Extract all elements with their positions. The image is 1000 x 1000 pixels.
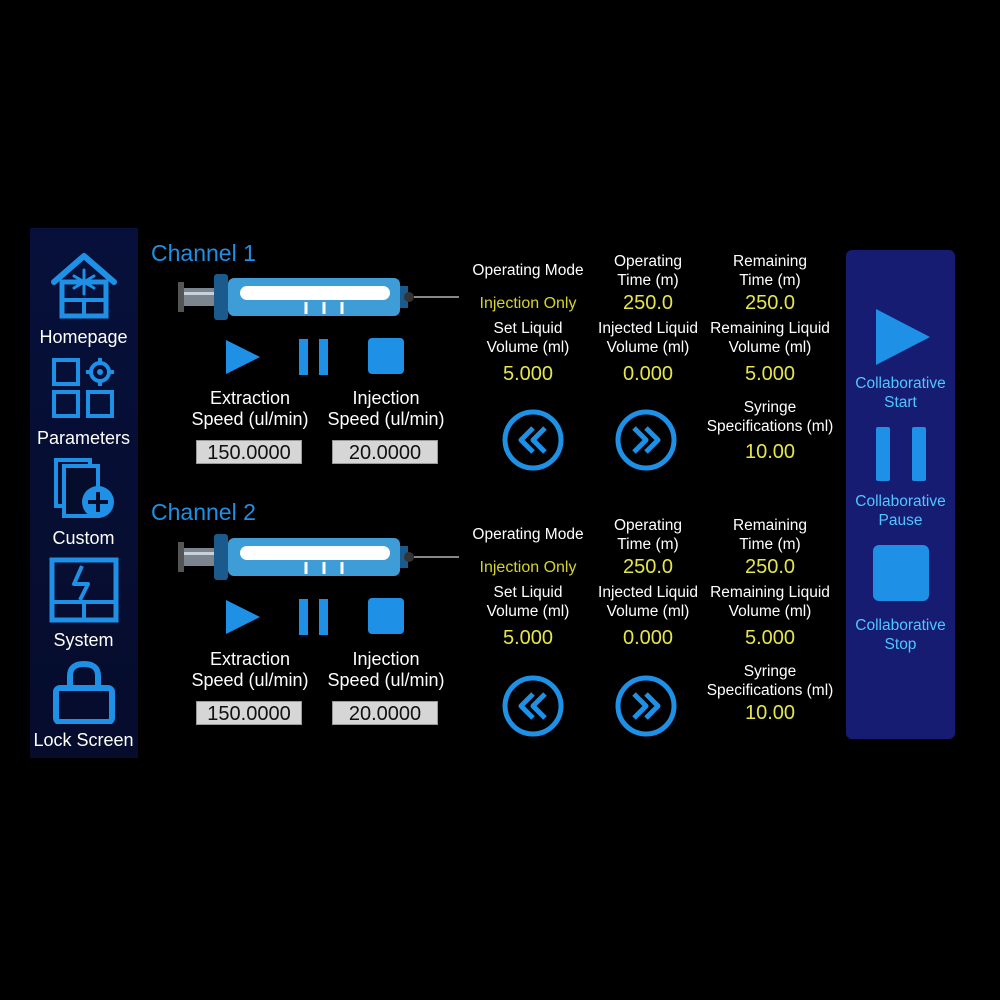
custom-add-document-icon bbox=[53, 458, 114, 518]
sidebar-item-system[interactable] bbox=[16, 556, 151, 624]
collaborative-pause-label: Collaborative Pause bbox=[855, 493, 946, 529]
channel-1-pause-button[interactable] bbox=[297, 337, 333, 377]
channel-1-title: Channel 1 bbox=[151, 240, 256, 266]
channel-2-remaining-volume-label: Remaining Liquid Volume (ml) bbox=[710, 584, 830, 620]
channel-1-stop-button[interactable] bbox=[367, 337, 405, 375]
system-panel-icon bbox=[49, 557, 118, 623]
channel-1-injection-speed-field[interactable]: 20.0000 bbox=[332, 440, 438, 464]
collaborative-start-button[interactable] bbox=[872, 307, 932, 367]
sidebar-item-homepage[interactable] bbox=[16, 252, 151, 320]
channel-2-syringe-spec-value: 10.00 bbox=[744, 702, 796, 724]
channel-1-operating-mode-value: Injection Only bbox=[479, 295, 577, 312]
channel-1-operating-time-label: Operating Time (m) bbox=[613, 253, 683, 289]
channel-1-extraction-speed-field[interactable]: 150.0000 bbox=[196, 440, 302, 464]
collaborative-pause-button[interactable] bbox=[872, 425, 932, 483]
pause-icon bbox=[876, 427, 926, 481]
channel-1-remaining-volume-label: Remaining Liquid Volume (ml) bbox=[710, 320, 830, 356]
sidebar: Homepage Parameters Custom System Lock S… bbox=[30, 228, 138, 758]
sidebar-item-label: System bbox=[53, 630, 114, 650]
channel-1-set-volume-label: Set Liquid Volume (ml) bbox=[486, 320, 570, 356]
syringe-icon bbox=[178, 274, 459, 320]
channel-2-title: Channel 2 bbox=[151, 499, 256, 525]
channel-1-play-button[interactable] bbox=[224, 338, 262, 376]
channel-1-operating-mode-label: Operating Mode bbox=[472, 262, 584, 279]
sidebar-item-label: Homepage bbox=[39, 327, 128, 347]
channel-1-inject-button[interactable] bbox=[614, 408, 678, 472]
home-snowflake-icon bbox=[50, 253, 117, 319]
channel-2-set-volume-label: Set Liquid Volume (ml) bbox=[486, 584, 570, 620]
channel-2-pause-button[interactable] bbox=[297, 597, 333, 637]
channel-2-operating-time-value: 250.0 bbox=[622, 556, 674, 578]
channel-2-extraction-speed-field[interactable]: 150.0000 bbox=[196, 701, 302, 725]
double-chevron-left-icon bbox=[518, 692, 547, 720]
channel-2-injected-volume-label: Injected Liquid Volume (ml) bbox=[598, 584, 698, 620]
channel-2-remaining-time-label: Remaining Time (m) bbox=[732, 517, 808, 553]
channel-2-operating-time-label: Operating Time (m) bbox=[613, 517, 683, 553]
sidebar-item-label: Lock Screen bbox=[33, 730, 134, 750]
channel-2-stop-button[interactable] bbox=[367, 597, 405, 635]
channel-1-remaining-volume-value: 5.000 bbox=[744, 363, 796, 385]
channel-1-withdraw-button[interactable] bbox=[501, 408, 565, 472]
channel-2-injection-label: Injection Speed (ul/min) bbox=[327, 649, 445, 690]
sidebar-item-parameters[interactable] bbox=[16, 356, 151, 422]
channel-1-injected-volume-label: Injected Liquid Volume (ml) bbox=[598, 320, 698, 356]
channel-1-injected-volume-value: 0.000 bbox=[622, 363, 674, 385]
channel-2-play-button[interactable] bbox=[224, 598, 262, 636]
double-chevron-right-icon bbox=[632, 426, 661, 454]
collaborative-panel: Collaborative Start Collaborative Pause Co… bbox=[846, 250, 955, 739]
channel-1-syringe-spec-label: Syringe Specifications (ml) bbox=[706, 399, 834, 435]
collaborative-stop-label: Collaborative Stop bbox=[855, 617, 946, 653]
syringe-icon bbox=[178, 534, 459, 580]
stop-icon bbox=[873, 545, 929, 601]
channel-1-syringe-spec-value: 10.00 bbox=[744, 441, 796, 463]
double-chevron-left-icon bbox=[518, 426, 547, 454]
channel-2-injection-speed-field[interactable]: 20.0000 bbox=[332, 701, 438, 725]
channel-1-remaining-time-value: 250.0 bbox=[744, 292, 796, 314]
channel-2-remaining-volume-value: 5.000 bbox=[744, 627, 796, 649]
channel-1-operating-time-value: 250.0 bbox=[622, 292, 674, 314]
channel-2-withdraw-button[interactable] bbox=[501, 674, 565, 738]
sidebar-item-lock-screen[interactable] bbox=[16, 660, 151, 724]
sidebar-item-custom[interactable] bbox=[16, 454, 151, 522]
channel-2-remaining-time-value: 250.0 bbox=[744, 556, 796, 578]
channel-2-operating-mode-label: Operating Mode bbox=[472, 526, 584, 543]
channel-2-injected-volume-value: 0.000 bbox=[622, 627, 674, 649]
sidebar-item-label: Parameters bbox=[36, 428, 131, 448]
channel-2-operating-mode-value: Injection Only bbox=[479, 559, 577, 576]
channel-2-syringe-spec-label: Syringe Specifications (ml) bbox=[706, 663, 834, 699]
lock-icon bbox=[52, 660, 115, 724]
parameters-grid-gear-icon bbox=[51, 358, 114, 418]
double-chevron-right-icon bbox=[632, 692, 661, 720]
play-icon bbox=[876, 309, 930, 365]
channel-2-inject-button[interactable] bbox=[614, 674, 678, 738]
channel-1-injection-label: Injection Speed (ul/min) bbox=[327, 388, 445, 429]
channel-1-set-volume-value: 5.000 bbox=[502, 363, 554, 385]
channel-1-remaining-time-label: Remaining Time (m) bbox=[732, 253, 808, 289]
channel-2-extraction-label: Extraction Speed (ul/min) bbox=[191, 649, 309, 690]
collaborative-start-label: Collaborative Start bbox=[855, 375, 946, 411]
sidebar-item-label: Custom bbox=[52, 528, 115, 548]
channel-1-extraction-label: Extraction Speed (ul/min) bbox=[191, 388, 309, 429]
channel-2-set-volume-value: 5.000 bbox=[502, 627, 554, 649]
collaborative-stop-button[interactable] bbox=[871, 543, 931, 603]
